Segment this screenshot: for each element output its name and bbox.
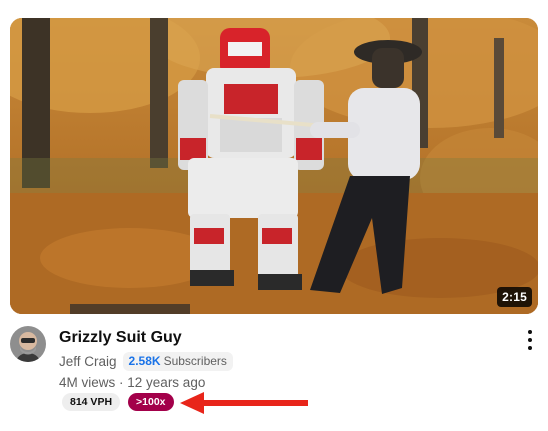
channel-name[interactable]: Jeff Craig [59,354,117,369]
subscriber-count: 2.58K [128,353,161,368]
channel-avatar[interactable] [10,326,46,362]
outlier-badge: >100x [128,393,174,411]
upload-age: 12 years ago [127,375,206,390]
video-title[interactable]: Grizzly Suit Guy [59,327,182,349]
avatar-image [10,326,46,362]
thumbnail-image [10,18,538,314]
vph-badge: 814 VPH [62,393,121,411]
channel-row: Jeff Craig 2.58K Subscribers [59,351,233,371]
duration-badge: 2:15 [497,287,532,307]
red-arrow-icon [180,392,308,414]
video-details: Grizzly Suit Guy Jeff Craig 2.58K Subscr… [0,322,548,427]
more-vert-icon[interactable] [518,328,542,352]
subscriber-label: Subscribers [163,353,227,368]
stats-badges: 814 VPH >100x [62,393,174,411]
subscriber-pill: 2.58K Subscribers [122,351,233,371]
view-count: 4M views [59,375,116,390]
video-meta: 4M views · 12 years ago [59,373,205,393]
video-thumbnail[interactable]: 2:15 [10,18,538,314]
